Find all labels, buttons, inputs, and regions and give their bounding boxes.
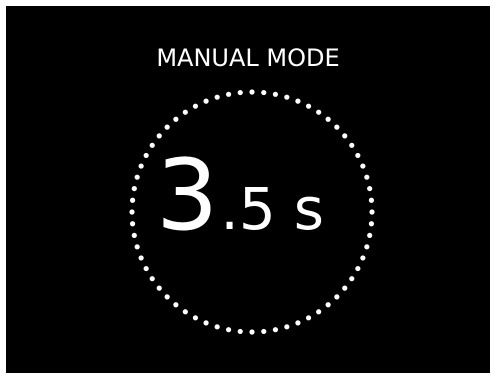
ring-dot bbox=[182, 309, 188, 315]
ring-dot bbox=[237, 328, 243, 335]
readout-decimal: .5 bbox=[220, 175, 276, 243]
ring-dot bbox=[284, 324, 290, 330]
ring-dot bbox=[149, 276, 155, 282]
ring-dot bbox=[342, 133, 348, 139]
ring-dot bbox=[261, 89, 267, 96]
readout-integer: 3 bbox=[156, 139, 219, 253]
ring-dot bbox=[225, 327, 232, 333]
ring-dot bbox=[173, 302, 179, 308]
ring-dot bbox=[156, 285, 162, 291]
ring-dot bbox=[305, 103, 312, 109]
ring-dot bbox=[284, 94, 290, 100]
ring-dot bbox=[249, 89, 255, 95]
ring-dot bbox=[192, 103, 199, 109]
ring-dot bbox=[192, 315, 199, 321]
ring-dot bbox=[342, 285, 348, 291]
display-screen: MANUAL MODE 3 .5 s bbox=[6, 6, 490, 373]
ring-dot bbox=[325, 302, 331, 308]
ring-dot bbox=[305, 315, 312, 321]
ring-dot bbox=[349, 276, 355, 282]
ring-dot bbox=[295, 320, 301, 326]
ring-dot bbox=[334, 294, 340, 300]
ring-dot bbox=[182, 109, 188, 115]
ring-dot bbox=[272, 91, 279, 97]
ring-dot bbox=[203, 320, 209, 326]
ring-dot bbox=[214, 94, 220, 100]
ring-dot bbox=[225, 91, 232, 97]
mode-title: MANUAL MODE bbox=[156, 44, 340, 72]
time-readout: 3 .5 s bbox=[6, 147, 482, 267]
ring-dot bbox=[295, 98, 301, 104]
ring-dot bbox=[156, 133, 162, 139]
ring-dot bbox=[334, 124, 340, 130]
ring-dot bbox=[316, 109, 322, 115]
ring-dot bbox=[164, 294, 170, 300]
ring-dot bbox=[316, 309, 322, 315]
ring-dot bbox=[203, 98, 209, 104]
ring-dot bbox=[237, 89, 243, 96]
ring-dot bbox=[214, 324, 220, 330]
ring-dot bbox=[249, 329, 255, 335]
ring-dot bbox=[272, 327, 279, 333]
ring-dot bbox=[325, 116, 331, 122]
ring-dot bbox=[173, 116, 179, 122]
readout-unit: s bbox=[293, 175, 324, 243]
ring-dot bbox=[261, 328, 267, 335]
ring-dot bbox=[164, 124, 170, 130]
